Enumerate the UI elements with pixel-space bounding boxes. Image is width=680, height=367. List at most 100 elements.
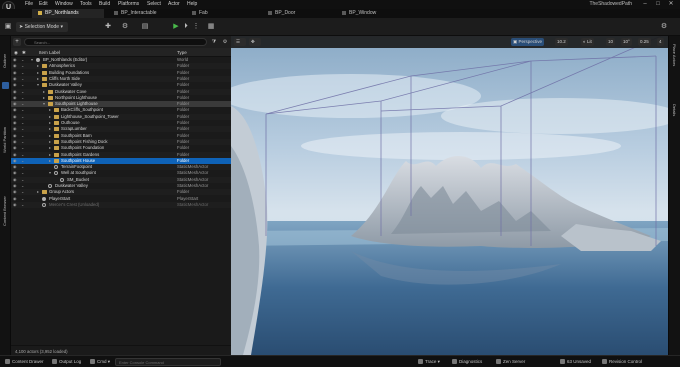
visibility-eye-icon[interactable]: ◉: [13, 89, 18, 95]
diagnostics-button[interactable]: Diagnostics: [452, 359, 482, 365]
outliner-row[interactable]: ◉ ⌄ ▸ Southpoint Gardens Folder: [11, 151, 231, 158]
pin-icon[interactable]: ⌄: [21, 95, 26, 101]
visibility-eye-icon[interactable]: ◉: [13, 101, 18, 107]
outliner-row[interactable]: ◉ ⌄ ▸ BackCliffs_Southpoint Folder: [11, 107, 231, 113]
outliner-row[interactable]: ◉ ⌄ ▸ Southpoint House Folder: [11, 157, 231, 164]
expand-arrow-open-icon[interactable]: ▾: [37, 82, 39, 88]
menu-build[interactable]: Build: [99, 1, 110, 7]
visibility-eye-icon[interactable]: ◉: [13, 164, 18, 170]
minimize-icon[interactable]: –: [640, 0, 650, 8]
outliner-settings-icon[interactable]: ⚙: [221, 38, 229, 46]
angle-snap-value[interactable]: 10°: [621, 38, 632, 46]
visibility-eye-icon[interactable]: ◉: [13, 177, 18, 183]
expand-arrow-closed-icon[interactable]: ▸: [37, 76, 39, 82]
expand-arrow-closed-icon[interactable]: ▸: [49, 139, 51, 145]
outliner-row[interactable]: ◉ ⌄ ▸ ScrapLumber Folder: [11, 126, 231, 133]
pin-icon[interactable]: ⌄: [21, 89, 26, 95]
expand-arrow-closed-icon[interactable]: ▸: [49, 145, 51, 151]
fov-dropdown[interactable]: 10.2: [555, 38, 568, 46]
pin-icon[interactable]: ⌄: [21, 120, 26, 126]
outliner-row[interactable]: ◉ ⌄ Duskwater Valley StaticMeshActor: [11, 183, 231, 189]
platforms-icon[interactable]: ▦: [206, 22, 216, 32]
pin-icon[interactable]: ⌄: [21, 82, 26, 88]
expand-arrow-open-icon[interactable]: ▾: [43, 101, 45, 107]
world-partition-tab[interactable]: World Partition: [2, 109, 9, 153]
output-log-button[interactable]: Output Log: [52, 359, 81, 365]
outliner-row[interactable]: ◉ ⌄ ▾ BP_Northlands (Editor) World: [11, 57, 231, 63]
menu-select[interactable]: Select: [147, 1, 161, 7]
visibility-eye-icon[interactable]: ◉: [13, 158, 18, 164]
pin-icon[interactable]: ⌄: [21, 196, 26, 202]
expand-arrow-open-icon[interactable]: ▾: [31, 57, 33, 63]
expand-arrow-closed-icon[interactable]: ▸: [43, 89, 45, 95]
visibility-column-icon[interactable]: ◉: [14, 50, 18, 56]
outliner-row[interactable]: ◉ ⌄ ▸ Southpoint Fishing Dock Folder: [11, 138, 231, 145]
pin-icon[interactable]: ⌄: [21, 189, 26, 195]
visibility-eye-icon[interactable]: ◉: [13, 196, 18, 202]
content-drawer-button[interactable]: Content Drawer: [5, 359, 44, 365]
save-icon[interactable]: ▣: [3, 22, 13, 32]
viewport-menu-icon[interactable]: ☰: [234, 38, 246, 46]
lock-column-icon[interactable]: ✱: [22, 50, 26, 56]
pin-icon[interactable]: ⌄: [21, 114, 26, 120]
outliner-row[interactable]: ◉ ⌄ ▸ Lighthouse_Southpoint_Tower Folder: [11, 113, 231, 120]
selection-mode-dropdown[interactable]: ➤ Selection Mode ▾: [16, 22, 68, 32]
visibility-eye-icon[interactable]: ◉: [13, 189, 18, 195]
tab-bp-northlands[interactable]: BP_Northlands: [32, 9, 104, 18]
outliner-row[interactable]: ◉ ⌄ TerrainFootpoint StaticMeshActor: [11, 164, 231, 171]
scale-snap-value[interactable]: 0.25: [638, 38, 651, 46]
visibility-eye-icon[interactable]: ◉: [13, 95, 18, 101]
menu-tools[interactable]: Tools: [80, 1, 92, 7]
visibility-eye-icon[interactable]: ◉: [13, 82, 18, 88]
pin-icon[interactable]: ⌄: [21, 139, 26, 145]
cmd-dropdown[interactable]: Cmd ▾: [90, 359, 110, 365]
play-icon[interactable]: ▶: [171, 22, 181, 32]
tab-fab[interactable]: Fab: [186, 9, 256, 18]
outliner-row[interactable]: ◉ ⌄ ▸ Outhouse Folder: [11, 120, 231, 126]
menu-platforms[interactable]: Platforms: [118, 1, 139, 7]
pin-icon[interactable]: ⌄: [21, 57, 26, 63]
expand-arrow-closed-icon[interactable]: ▸: [37, 63, 39, 69]
play-options-icon[interactable]: ⏵: [181, 22, 191, 32]
pin-icon[interactable]: ⌄: [21, 177, 26, 183]
pin-icon[interactable]: ⌄: [21, 126, 26, 132]
perspective-dropdown[interactable]: ▣ Perspective: [511, 38, 545, 46]
visibility-eye-icon[interactable]: ◉: [13, 120, 18, 126]
outliner-row[interactable]: ◉ ⌄ ▸ Atmospherics Folder: [11, 63, 231, 70]
zen-server-button[interactable]: Zen Server: [496, 359, 525, 365]
menu-edit[interactable]: Edit: [39, 1, 48, 7]
unsaved-button[interactable]: 63 Unsaved: [560, 359, 591, 365]
pin-icon[interactable]: ⌄: [21, 101, 26, 107]
menu-actor[interactable]: Actor: [168, 1, 180, 7]
outliner-row[interactable]: ◉ ⌄ PlayerStart PlayerStart: [11, 196, 231, 202]
outliner-row[interactable]: ◉ ⌄ ▸ Building Foundations Folder: [11, 70, 231, 76]
outliner-active-icon[interactable]: [2, 82, 9, 89]
level-viewport[interactable]: ☰ ✥ ▣ Perspective 10.2 ◐ Lit 10 10° 0.25…: [231, 36, 668, 355]
pin-icon[interactable]: ⌄: [21, 133, 26, 139]
visibility-eye-icon[interactable]: ◉: [13, 126, 18, 132]
outliner-row[interactable]: ◉ ⌄ SM_Bucket StaticMeshActor: [11, 176, 231, 183]
pin-icon[interactable]: ⌄: [21, 152, 26, 158]
outliner-row[interactable]: ◉ ⌄ ▸ Group Actors Folder: [11, 189, 231, 196]
outliner-row[interactable]: ◉ ⌄ Mercer's Crest (Unloaded) StaticMeshAct…: [11, 201, 231, 208]
visibility-eye-icon[interactable]: ◉: [13, 63, 18, 69]
expand-arrow-open-icon[interactable]: ▾: [49, 170, 51, 176]
outliner-row[interactable]: ◉ ⌄ ▾ Well at Southpoint StaticMeshActor: [11, 170, 231, 176]
pin-icon[interactable]: ⌄: [21, 158, 26, 164]
close-icon[interactable]: ✕: [666, 0, 676, 8]
visibility-eye-icon[interactable]: ◉: [13, 152, 18, 158]
expand-arrow-closed-icon[interactable]: ▸: [49, 114, 51, 120]
camera-speed-value[interactable]: 4: [657, 38, 664, 46]
transform-icon[interactable]: ✥: [249, 38, 261, 46]
expand-arrow-closed-icon[interactable]: ▸: [43, 95, 45, 101]
item-label-column[interactable]: Item Label: [39, 50, 60, 55]
cinematics-icon[interactable]: ▤: [140, 22, 150, 32]
outliner-row[interactable]: ◉ ⌄ ▸ Southpoint Foundation Folder: [11, 145, 231, 151]
outliner-tab[interactable]: Outliner: [2, 40, 9, 68]
menu-help[interactable]: Help: [187, 1, 197, 7]
pin-icon[interactable]: ⌄: [21, 170, 26, 176]
visibility-eye-icon[interactable]: ◉: [13, 145, 18, 151]
expand-arrow-closed-icon[interactable]: ▸: [49, 133, 51, 139]
lit-dropdown[interactable]: ◐ Lit: [581, 38, 594, 46]
place-actors-tab[interactable]: Place Actors: [672, 44, 677, 66]
